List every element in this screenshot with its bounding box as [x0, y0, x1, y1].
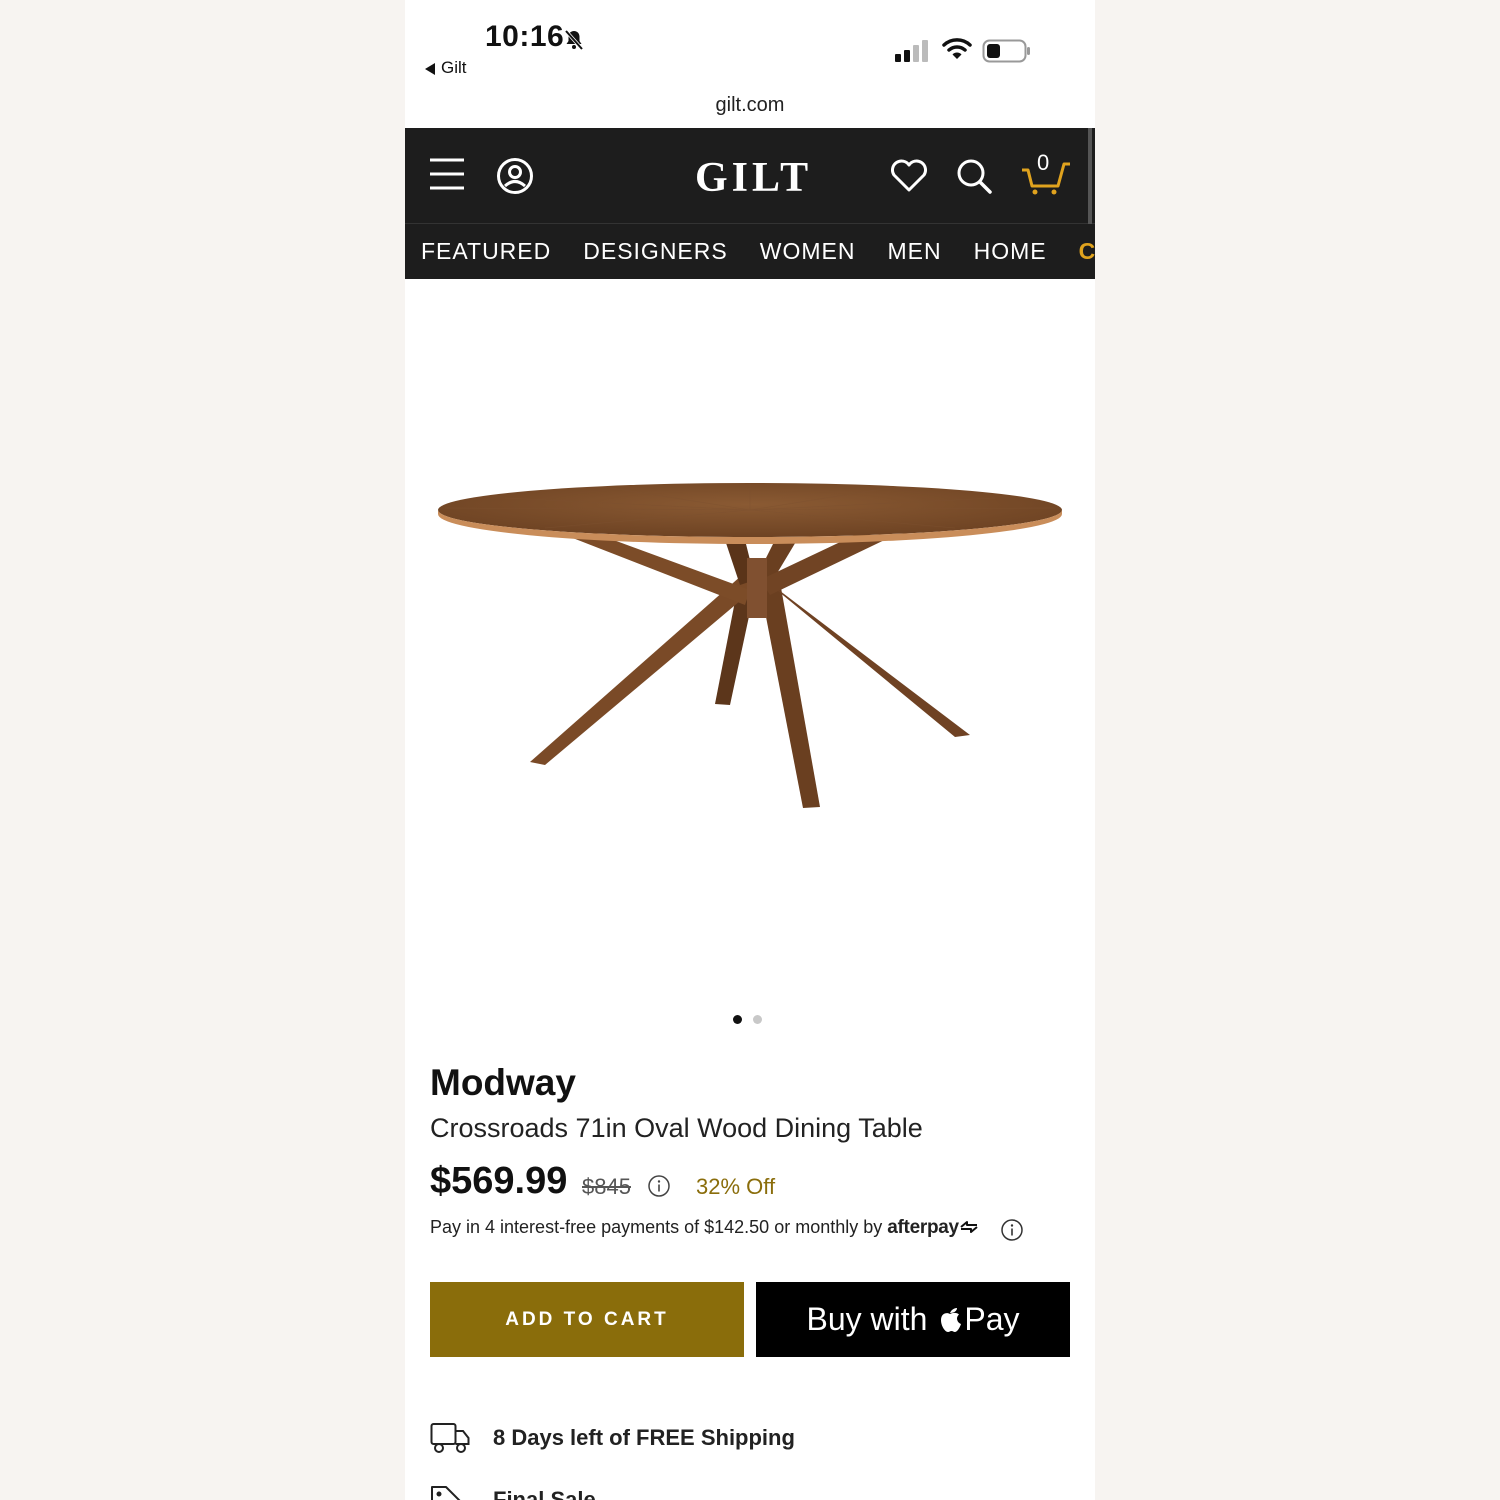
shipping-truck-icon: [430, 1423, 470, 1453]
account-icon[interactable]: [496, 157, 534, 195]
nav-item-women[interactable]: WOMEN: [760, 238, 856, 265]
afterpay-info-icon[interactable]: [1001, 1219, 1023, 1241]
free-shipping-notice: 8 Days left of FREE Shipping: [493, 1425, 795, 1450]
site-logo[interactable]: GILT: [695, 154, 812, 202]
discount-label: 32% Off: [696, 1174, 776, 1199]
nav-item-men[interactable]: MEN: [887, 238, 941, 265]
apple-logo-icon: [941, 1308, 962, 1332]
gallery-dot[interactable]: [733, 1015, 742, 1024]
site-header: GILT 0: [405, 128, 1095, 224]
nav-item-designers[interactable]: DESIGNERS: [583, 238, 727, 265]
afterpay-message: Pay in 4 interest-free payments of $142.…: [430, 1217, 979, 1239]
original-price: $845: [582, 1174, 631, 1199]
back-to-app-link[interactable]: Gilt: [425, 58, 467, 78]
add-to-cart-button[interactable]: ADD TO CART: [430, 1282, 744, 1357]
price-info-icon[interactable]: [648, 1175, 670, 1197]
gallery-dot[interactable]: [753, 1015, 762, 1024]
address-bar-url[interactable]: gilt.com: [405, 94, 1095, 117]
cellular-signal-icon: [895, 40, 928, 62]
product-title: Crossroads 71in Oval Wood Dining Table: [430, 1113, 923, 1143]
price-tag-icon: [431, 1486, 461, 1500]
wifi-icon: [942, 38, 972, 59]
menu-icon[interactable]: [429, 156, 465, 192]
nav-item-featured[interactable]: FEATURED: [421, 238, 551, 265]
battery-icon: [982, 39, 1030, 63]
phone-screen: 10:16 Gilt gilt.com GILT 0 FEATURED DESI…: [405, 0, 1095, 1500]
search-icon[interactable]: [956, 158, 992, 194]
apple-pay-button[interactable]: Buy with Pay: [756, 1282, 1070, 1357]
wishlist-heart-icon[interactable]: [890, 159, 928, 193]
status-bar: 10:16 Gilt: [405, 0, 1095, 90]
nav-item-clearance[interactable]: CLEA: [1079, 238, 1095, 265]
category-nav: FEATURED DESIGNERS WOMEN MEN HOME CLEA: [405, 224, 1095, 279]
clock: 10:16: [485, 20, 565, 53]
afterpay-logo: afterpay: [887, 1217, 959, 1238]
cart-count-badge: 0: [1037, 150, 1050, 175]
final-sale-notice: Final Sale: [493, 1487, 596, 1500]
sale-price: $569.99: [430, 1160, 568, 1202]
product-image[interactable]: [425, 440, 1075, 840]
bell-muted-icon: [564, 29, 584, 51]
gallery-pagination: [733, 1011, 773, 1029]
afterpay-arrows-icon: [960, 1221, 978, 1233]
nav-item-home[interactable]: HOME: [974, 238, 1047, 265]
back-arrow-icon: [425, 62, 435, 75]
product-brand[interactable]: Modway: [430, 1062, 576, 1104]
